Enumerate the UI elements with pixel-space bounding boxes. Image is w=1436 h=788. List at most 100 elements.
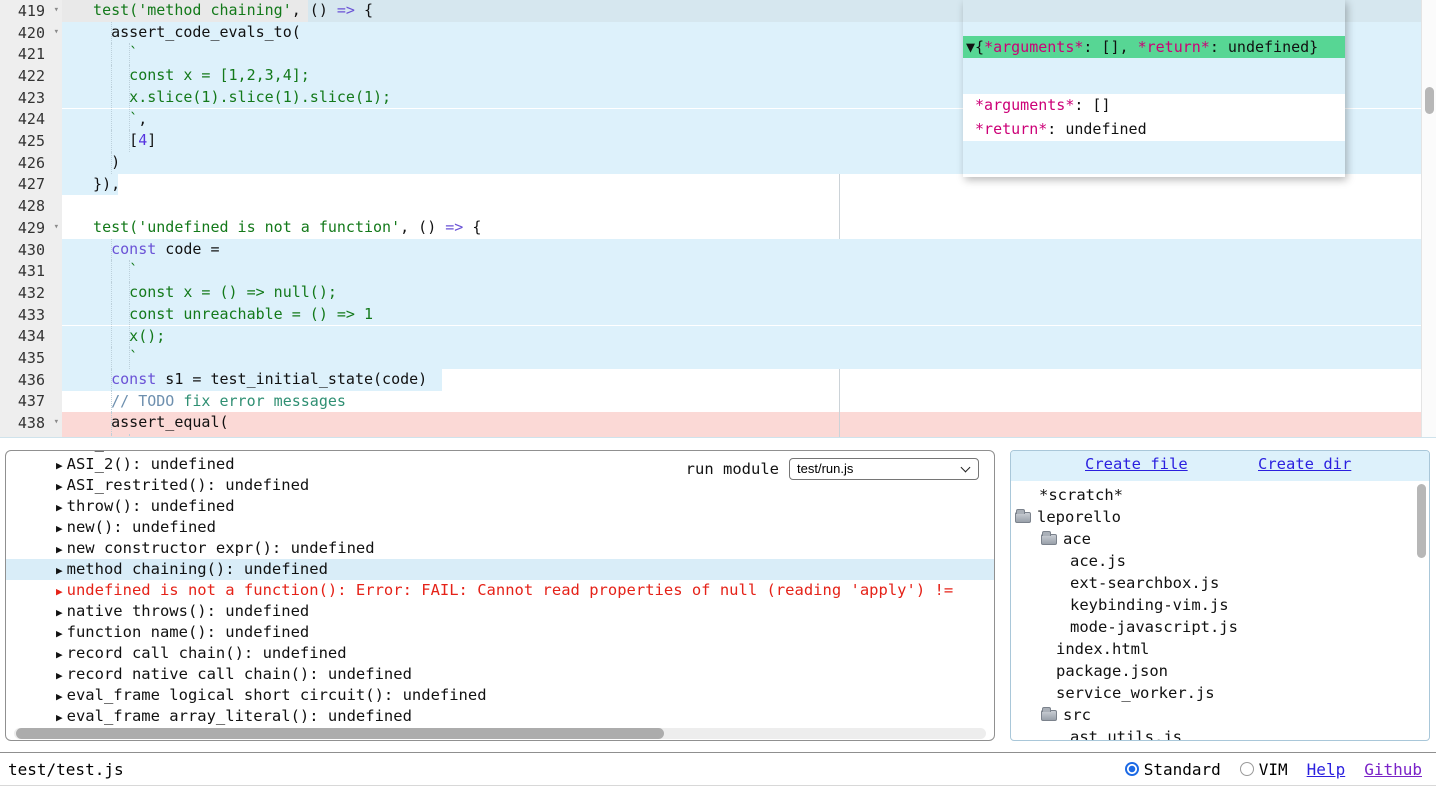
code-line[interactable]: test('method chaining', () => { (75, 0, 373, 22)
file-tree-item[interactable]: *scratch* (1039, 484, 1123, 506)
code-line[interactable]: assert_equal( (75, 412, 229, 434)
gutter-line-number[interactable]: 424 (0, 109, 62, 131)
help-link[interactable]: Help (1307, 760, 1346, 779)
gutter-line-number[interactable]: 428 (0, 195, 62, 217)
code-line[interactable]: root_calltree_node(s1) (75, 434, 328, 438)
gutter-line-number[interactable]: 429▾ (0, 217, 62, 239)
expand-arrow-icon[interactable]: ▶ (56, 480, 63, 493)
expand-arrow-icon[interactable]: ▶ (56, 585, 63, 598)
run-module-select[interactable]: test/run.js (789, 458, 979, 480)
file-tree-item[interactable]: ace (1041, 528, 1091, 550)
gutter-line-number[interactable]: 432 (0, 282, 62, 304)
code-line[interactable]: ` (75, 260, 138, 282)
gutter-line-number[interactable]: 431 (0, 260, 62, 282)
gutter-line-number[interactable]: 436 (0, 369, 62, 391)
github-link[interactable]: Github (1364, 760, 1422, 779)
fold-marker-icon[interactable]: ▾ (54, 26, 59, 38)
code-line[interactable]: x.slice(1).slice(1).slice(1); (75, 87, 391, 109)
file-tree-item[interactable]: keybinding-vim.js (1070, 594, 1229, 616)
gutter-line-number[interactable]: 438▾ (0, 412, 62, 434)
file-tree-item[interactable]: ext-searchbox.js (1070, 572, 1219, 594)
file-tree-scrollbar-thumb[interactable] (1417, 484, 1426, 558)
keybinding-option-vim[interactable]: VIM (1240, 760, 1288, 779)
fold-marker-icon[interactable]: ▾ (54, 416, 59, 428)
code-line[interactable]: [4] (75, 130, 156, 152)
gutter-line-number[interactable]: 426 (0, 152, 62, 174)
console-horizontal-scrollbar[interactable] (14, 728, 986, 739)
expand-arrow-icon[interactable]: ▶ (56, 543, 63, 556)
code-line[interactable]: x(); (75, 326, 165, 348)
expand-arrow-icon[interactable]: ▶ (56, 669, 63, 682)
console-entry[interactable]: ▶new(): undefined (6, 517, 995, 538)
expand-arrow-icon[interactable]: ▶ (56, 648, 63, 661)
console-entry[interactable]: ▶eval_frame logical short circuit(): und… (6, 685, 995, 706)
file-tree-item[interactable]: service_worker.js (1056, 682, 1215, 704)
file-tree-item[interactable]: ast_utils.js (1070, 726, 1182, 741)
code-line[interactable]: test('undefined is not a function', () =… (75, 217, 481, 239)
expand-arrow-icon[interactable]: ▶ (56, 606, 63, 619)
gutter-line-number[interactable]: 435 (0, 347, 62, 369)
expand-arrow-icon[interactable]: ▶ (56, 459, 63, 472)
editor-gutter[interactable]: 419▾420▾421422423424425426427428429▾4304… (0, 0, 62, 438)
gutter-line-number[interactable]: 425 (0, 130, 62, 152)
value-inspector-summary[interactable]: ▼{*arguments*: [], *return*: undefined} (963, 36, 1345, 58)
code-line[interactable]: ) (75, 152, 120, 174)
console-entry[interactable]: ▶method chaining(): undefined (6, 559, 995, 580)
console-entry[interactable]: ▶new constructor expr(): undefined (6, 538, 995, 559)
console-panel[interactable]: run module test/run.js ▶ASI_1(): undefin… (5, 450, 995, 741)
radio-standard-icon[interactable] (1125, 762, 1139, 776)
code-line[interactable]: }), (75, 174, 120, 196)
gutter-line-number[interactable]: 437 (0, 391, 62, 413)
console-entry[interactable]: ▶record call chain(): undefined (6, 643, 995, 664)
expand-arrow-icon[interactable]: ▶ (56, 627, 63, 640)
file-tree-item[interactable]: index.html (1056, 638, 1149, 660)
gutter-line-number[interactable]: 419▾ (0, 0, 62, 22)
console-entry[interactable]: ▶record native call chain(): undefined (6, 664, 995, 685)
code-line[interactable]: const x = () => null(); (75, 282, 337, 304)
code-line[interactable]: const unreachable = () => 1 (75, 304, 373, 326)
file-tree-item[interactable]: package.json (1056, 660, 1168, 682)
keybinding-option-standard[interactable]: Standard (1125, 760, 1221, 779)
gutter-line-number[interactable]: 421 (0, 43, 62, 65)
code-editor[interactable]: test('method chaining', () => { assert_c… (0, 0, 1436, 438)
fold-marker-icon[interactable]: ▾ (54, 4, 59, 16)
gutter-line-number[interactable]: 430 (0, 239, 62, 261)
expand-arrow-icon[interactable]: ▶ (56, 690, 63, 703)
fold-marker-icon[interactable]: ▾ (54, 221, 59, 233)
editor-vertical-scrollbar[interactable] (1421, 0, 1436, 438)
console-entry[interactable]: ▶function name(): undefined (6, 622, 995, 643)
code-line[interactable]: const code = (75, 239, 220, 261)
console-entry[interactable]: ▶throw(): undefined (6, 496, 995, 517)
console-entry[interactable]: ▶native throws(): undefined (6, 601, 995, 622)
radio-vim-icon[interactable] (1240, 762, 1254, 776)
code-line[interactable]: ` (75, 43, 138, 65)
file-tree-item[interactable]: ace.js (1070, 550, 1126, 572)
code-line[interactable]: const s1 = test_initial_state(code) (75, 369, 427, 391)
gutter-line-number[interactable]: 423 (0, 87, 62, 109)
expand-arrow-icon[interactable]: ▶ (56, 501, 63, 514)
code-line[interactable]: // TODO fix error messages (75, 391, 346, 413)
console-entry[interactable]: ▶eval_frame array_literal(): undefined (6, 706, 995, 727)
create-file-link[interactable]: Create file (1085, 455, 1188, 473)
gutter-line-number[interactable]: 439 (0, 434, 62, 438)
gutter-line-number[interactable]: 434 (0, 326, 62, 348)
editor-scrollbar-thumb[interactable] (1425, 87, 1434, 114)
console-entry[interactable]: ▶undefined is not a function(): Error: F… (6, 580, 995, 601)
file-tree-item[interactable]: mode-javascript.js (1070, 616, 1238, 638)
create-dir-link[interactable]: Create dir (1258, 455, 1351, 473)
expand-arrow-icon[interactable]: ▶ (56, 711, 63, 724)
gutter-line-number[interactable]: 420▾ (0, 22, 62, 44)
file-tree-item[interactable]: leporello (1015, 506, 1121, 528)
code-line[interactable]: assert_code_evals_to( (75, 22, 301, 44)
gutter-line-number[interactable]: 433 (0, 304, 62, 326)
expand-arrow-icon[interactable]: ▶ (56, 522, 63, 535)
expand-arrow-icon[interactable]: ▶ (56, 450, 63, 451)
console-scrollbar-thumb[interactable] (16, 728, 664, 739)
file-tree-item[interactable]: src (1041, 704, 1091, 726)
gutter-line-number[interactable]: 427 (0, 174, 62, 196)
code-line[interactable]: `, (75, 109, 147, 131)
expand-arrow-icon[interactable]: ▶ (56, 564, 63, 577)
gutter-line-number[interactable]: 422 (0, 65, 62, 87)
code-line[interactable]: const x = [1,2,3,4]; (75, 65, 310, 87)
code-line[interactable]: ` (75, 347, 138, 369)
